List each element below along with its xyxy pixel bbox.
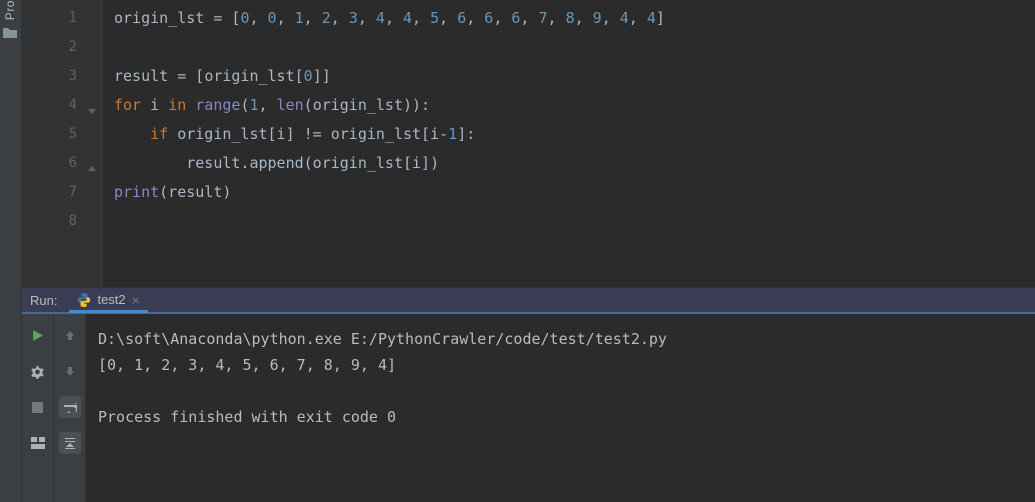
project-tab-label[interactable]: Pro [3,0,17,20]
stop-button[interactable] [27,396,49,418]
code-line[interactable]: result = [origin_lst[0]] [114,62,1035,91]
console-output[interactable]: D:\soft\Anaconda\python.exe E:/PythonCra… [86,314,1035,502]
run-toolbar [22,314,54,502]
settings-button[interactable] [27,360,49,382]
down-arrow-icon[interactable] [59,360,81,382]
code-line[interactable]: result.append(origin_lst[i]) [114,149,1035,178]
line-number: 5 [22,120,101,149]
code-line[interactable]: origin_lst = [0, 0, 1, 2, 3, 4, 4, 5, 6,… [114,4,1035,33]
main-area: 1 2 3 4 5 6 7 8 origin_lst = [0, 0, 1, 2… [22,0,1035,502]
folder-icon [3,25,17,43]
line-number: 1 [22,4,101,33]
line-number: 7 [22,178,101,207]
line-number: 4 [22,91,101,120]
run-body: D:\soft\Anaconda\python.exe E:/PythonCra… [22,314,1035,502]
fold-start-icon[interactable] [86,99,97,110]
rerun-button[interactable] [27,324,49,346]
output-line: Process finished with exit code 0 [98,408,396,426]
code-line[interactable] [114,207,1035,236]
line-number: 8 [22,207,101,236]
gutter: 1 2 3 4 5 6 7 8 [22,0,102,287]
run-sub-toolbar [54,314,86,502]
editor-area[interactable]: 1 2 3 4 5 6 7 8 origin_lst = [0, 0, 1, 2… [22,0,1035,287]
run-label: Run: [30,293,57,308]
line-number: 6 [22,149,101,178]
line-number: 3 [22,62,101,91]
run-panel: Run: test2 × [22,287,1035,502]
run-header: Run: test2 × [22,287,1035,314]
project-sidebar[interactable]: Pro [0,0,22,502]
scroll-to-end-button[interactable] [59,432,81,454]
output-line: D:\soft\Anaconda\python.exe E:/PythonCra… [98,330,667,348]
up-arrow-icon[interactable] [59,324,81,346]
code-line[interactable]: for i in range(1, len(origin_lst)): [114,91,1035,120]
line-number: 2 [22,33,101,62]
fold-end-icon[interactable] [86,157,97,168]
output-line: [0, 1, 2, 3, 4, 5, 6, 7, 8, 9, 4] [98,356,396,374]
code-line[interactable]: print(result) [114,178,1035,207]
soft-wrap-button[interactable] [59,396,81,418]
code-line[interactable] [114,33,1035,62]
python-icon [77,293,91,307]
code-line[interactable]: if origin_lst[i] != origin_lst[i-1]: [114,120,1035,149]
code-area[interactable]: origin_lst = [0, 0, 1, 2, 3, 4, 4, 5, 6,… [102,0,1035,287]
layout-button[interactable] [27,432,49,454]
run-tab-name: test2 [97,292,125,307]
run-tab[interactable]: test2 × [69,289,147,313]
close-icon[interactable]: × [132,292,140,308]
